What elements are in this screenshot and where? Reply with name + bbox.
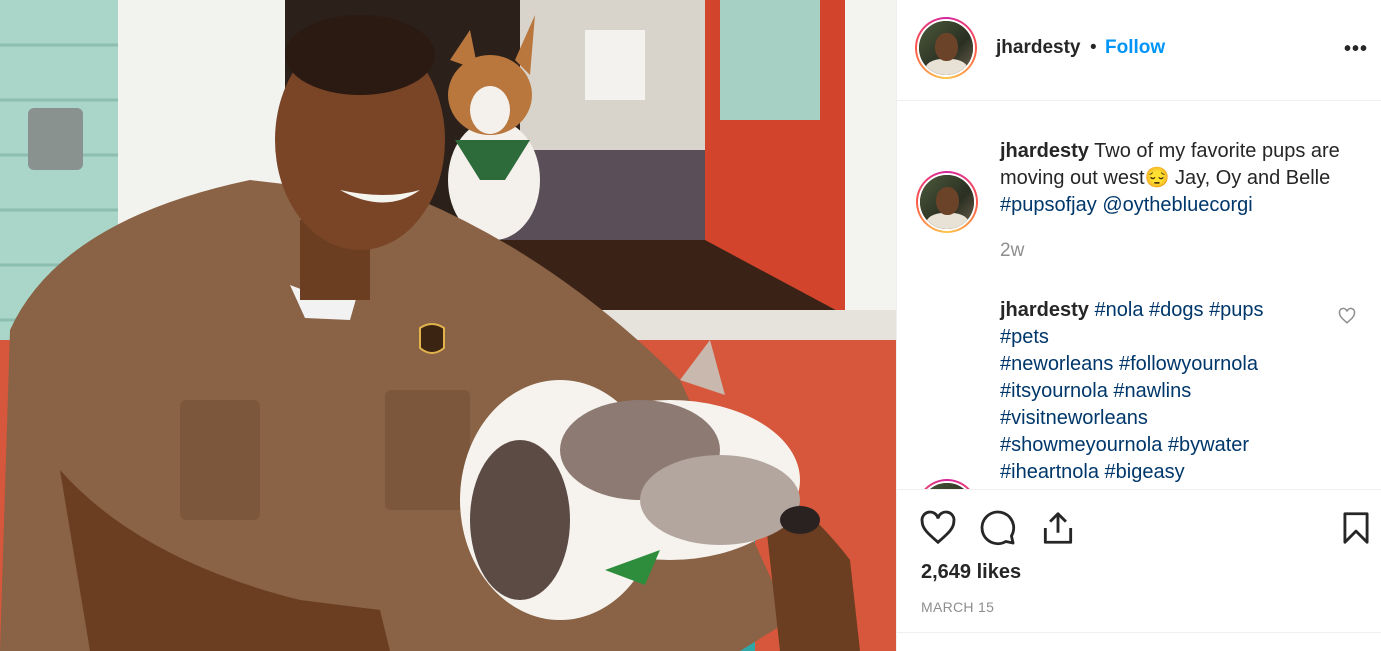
hashtag-link[interactable]: #neworleans xyxy=(1000,353,1113,375)
hashtag-link[interactable]: #nola xyxy=(1095,299,1144,321)
hashtag-link[interactable]: #iheartnola xyxy=(1000,461,1099,483)
hashtag-link[interactable]: #bigeasy xyxy=(1105,461,1185,483)
comment-icon[interactable] xyxy=(979,509,1017,547)
post-date[interactable]: MARCH 15 xyxy=(921,599,994,615)
header-separator: • xyxy=(1090,37,1097,58)
likes-count[interactable]: 2,649 likes xyxy=(921,561,1021,584)
divider xyxy=(897,632,1381,633)
comment-username[interactable]: jhardesty xyxy=(1000,299,1089,321)
hashtag-link[interactable]: #nawlins xyxy=(1113,380,1191,402)
hashtag-link[interactable]: #showmeyournola xyxy=(1000,434,1162,456)
hashtag-link[interactable]: #followyournola xyxy=(1119,353,1258,375)
caption-timestamp[interactable]: 2w xyxy=(1000,240,1024,262)
bookmark-icon[interactable] xyxy=(1337,509,1375,547)
caption-text-2: Jay, Oy and Belle xyxy=(1169,167,1331,189)
caption-username[interactable]: jhardesty xyxy=(1000,140,1089,162)
more-options-icon[interactable]: ••• xyxy=(1344,38,1368,61)
hashtag-link[interactable]: #pupsofjay xyxy=(1000,194,1097,216)
post-sidebar: jhardesty • Follow ••• jhardesty Two of … xyxy=(896,0,1381,651)
hashtag-link[interactable]: #bywater xyxy=(1168,434,1249,456)
comment-like-heart-icon[interactable] xyxy=(1338,307,1356,325)
author-avatar[interactable] xyxy=(915,17,977,79)
caption-avatar[interactable] xyxy=(916,171,978,233)
share-icon[interactable] xyxy=(1039,509,1077,547)
hashtag-link[interactable]: #dogs xyxy=(1149,299,1204,321)
hashtag-link[interactable]: #pets xyxy=(1000,326,1049,348)
caption: jhardesty Two of my favorite pups are mo… xyxy=(1000,138,1350,219)
follow-button[interactable]: Follow xyxy=(1105,37,1165,59)
mention-link[interactable]: @oythebluecorgi xyxy=(1102,194,1252,216)
sad-face-emoji: 😔 xyxy=(1144,167,1170,189)
heart-icon[interactable] xyxy=(919,509,957,547)
author-username[interactable]: jhardesty xyxy=(996,37,1080,59)
post-actions: 2,649 likes MARCH 15 xyxy=(897,489,1381,651)
comments-list[interactable]: jhardesty Two of my favorite pups are mo… xyxy=(897,101,1381,489)
hashtag-link[interactable]: #pups xyxy=(1209,299,1264,321)
comment-avatar[interactable] xyxy=(916,479,978,489)
post-photo-illustration xyxy=(0,0,896,651)
hashtag-link[interactable]: #itsyournola xyxy=(1000,380,1108,402)
post-photo[interactable] xyxy=(0,0,896,651)
hashtag-link[interactable]: #visitneworleans xyxy=(1000,407,1148,429)
comment: jhardesty #nola #dogs #pups #pets #newor… xyxy=(1000,297,1350,486)
post-header: jhardesty • Follow ••• xyxy=(897,0,1381,101)
